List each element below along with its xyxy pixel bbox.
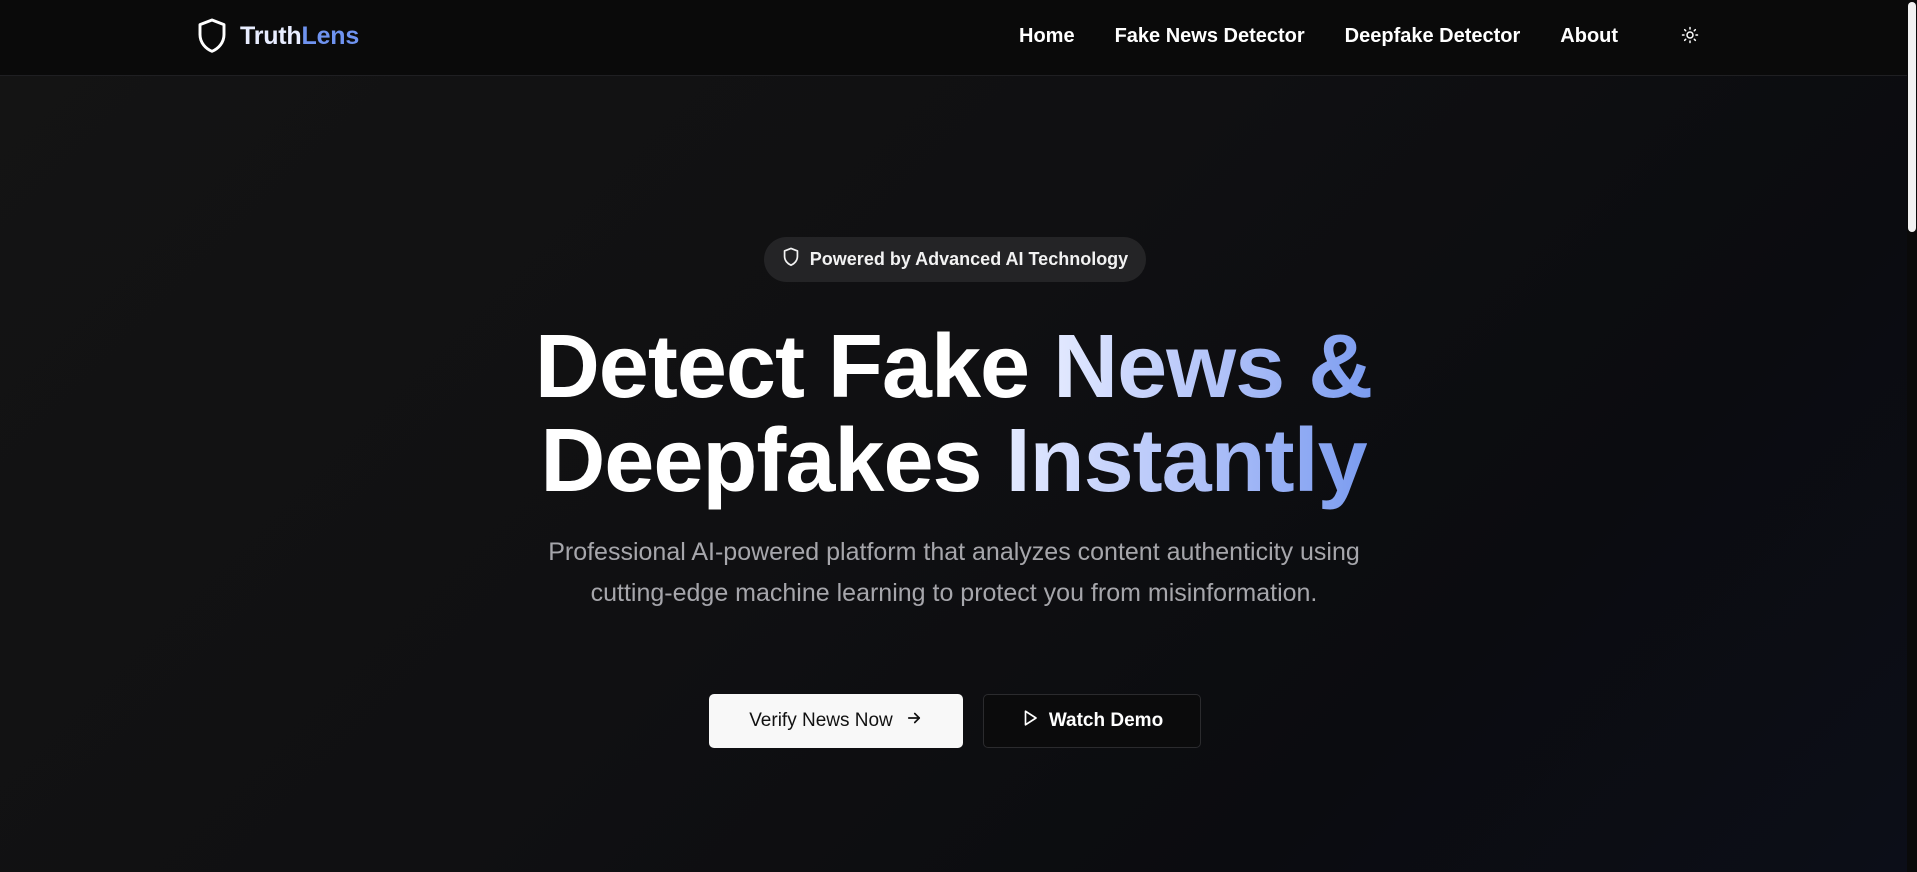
verify-news-button[interactable]: Verify News Now [709,694,963,748]
brand-name-truth: Truth [240,21,302,50]
shield-icon [196,17,228,55]
badge-text: Powered by Advanced AI Technology [809,249,1129,269]
brand-logo-link[interactable]: TruthLens [196,15,359,57]
page: TruthLens Home Fake News Detector Deepfa… [0,0,1917,872]
nav-links: Home Fake News Detector Deepfake Detecto… [1019,22,1658,50]
verify-news-label: Verify News Now [749,710,893,731]
hero-subtitle: Professional AI-powered platform that an… [548,538,1360,607]
brand-name-lens: Lens [301,21,360,50]
nav-link-deepfake-detector[interactable]: Deepfake Detector [1345,22,1521,50]
headline-line1-gradient: News & [1053,317,1373,417]
brand-name: TruthLens [240,22,359,51]
nav-link-about[interactable]: About [1560,22,1618,50]
hero-headline: Detect Fake News & Deepfakes Instantly [0,320,1907,508]
page-scrollbar[interactable] [1907,0,1917,872]
shield-icon [782,247,800,272]
arrow-right-icon [905,709,923,733]
theme-toggle-button[interactable] [1674,20,1706,52]
headline-line2-white: Deepfakes [540,411,982,511]
nav-link-home[interactable]: Home [1019,22,1075,50]
scrollbar-thumb[interactable] [1908,2,1916,232]
play-icon [1021,709,1039,733]
ai-badge: Powered by Advanced AI Technology [764,237,1146,282]
navbar: TruthLens Home Fake News Detector Deepfa… [0,0,1917,76]
nav-link-fake-news-detector[interactable]: Fake News Detector [1115,22,1305,50]
headline-line2-gradient: Instantly [1005,411,1368,511]
headline-line1-white: Detect Fake [534,317,1030,417]
watch-demo-label: Watch Demo [1048,710,1164,731]
watch-demo-button[interactable]: Watch Demo [983,694,1201,748]
sun-icon [1681,26,1699,47]
